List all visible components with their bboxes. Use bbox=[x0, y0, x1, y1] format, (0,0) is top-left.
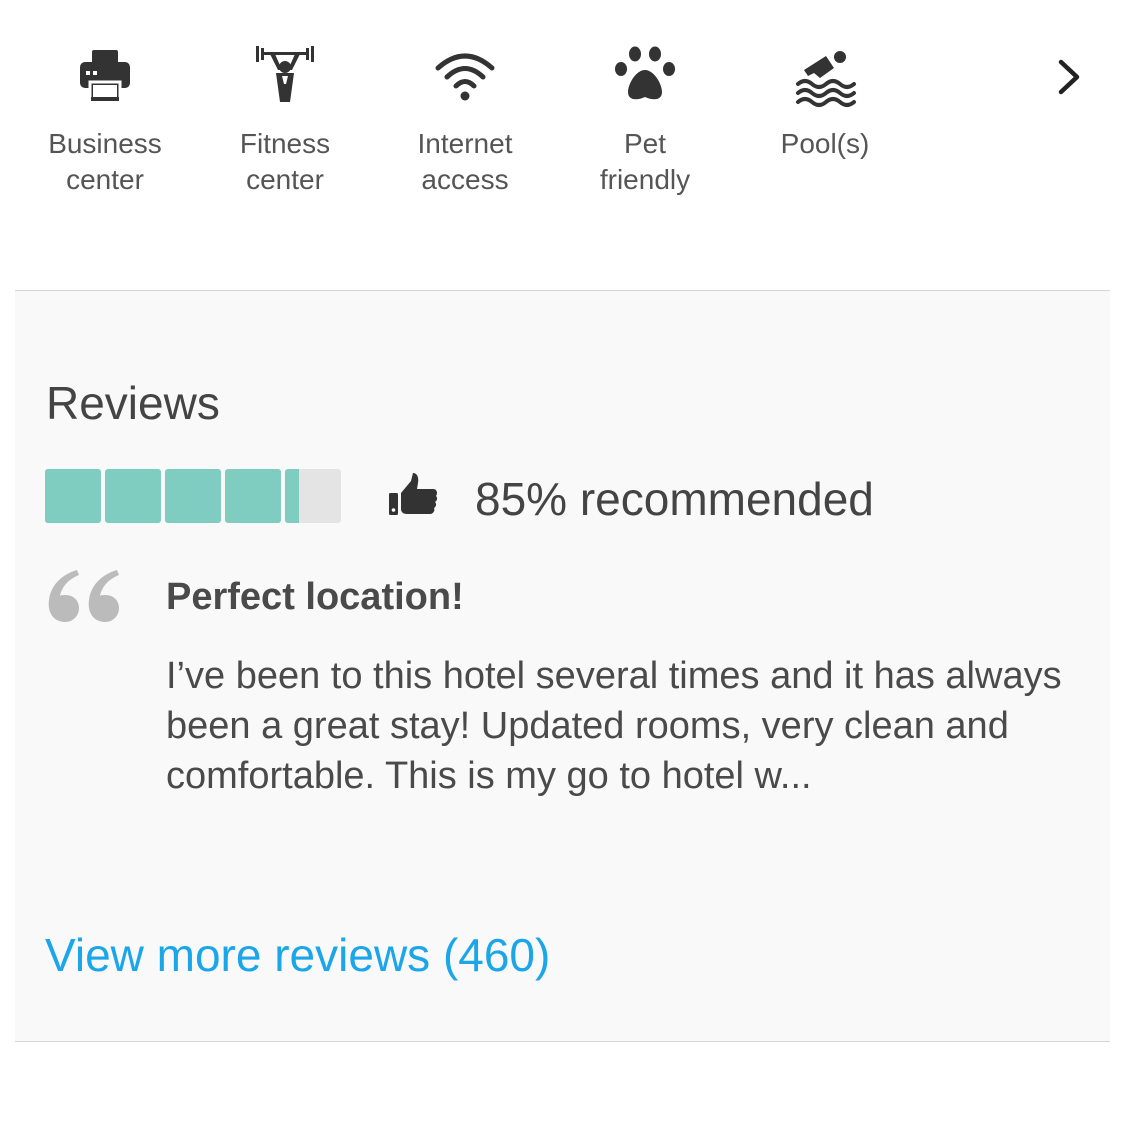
amenity-business-center[interactable]: Business center bbox=[15, 40, 195, 198]
rating-segment-fill bbox=[165, 469, 221, 523]
chevron-right-icon bbox=[1045, 52, 1095, 102]
rating-segment bbox=[285, 469, 341, 523]
amenity-label: Pool(s) bbox=[780, 128, 870, 159]
amenity-pools[interactable]: Pool(s) bbox=[735, 40, 915, 162]
amenity-label: Internet access bbox=[417, 128, 513, 195]
recommended-percentage: 85% recommended bbox=[475, 473, 874, 525]
amenities-row: Business center Fitness center Internet … bbox=[0, 0, 1125, 290]
hotel-details-page: Business center Fitness center Internet … bbox=[0, 0, 1125, 1125]
featured-review-body: I’ve been to this hotel several times an… bbox=[166, 655, 1062, 797]
rating-segment-fill bbox=[285, 469, 299, 523]
amenities-next-button[interactable] bbox=[1045, 52, 1095, 102]
rating-segment bbox=[165, 469, 221, 523]
amenity-internet-access[interactable]: Internet access bbox=[375, 40, 555, 198]
thumbs-up-icon bbox=[387, 471, 439, 519]
weightlifting-icon bbox=[250, 40, 320, 110]
reviews-heading: Reviews bbox=[46, 377, 220, 429]
rating-segment bbox=[105, 469, 161, 523]
amenity-fitness-center[interactable]: Fitness center bbox=[195, 40, 375, 198]
rating-segment-fill bbox=[225, 469, 281, 523]
rating-bar bbox=[45, 469, 345, 523]
rating-segment bbox=[225, 469, 281, 523]
printer-icon bbox=[70, 40, 140, 110]
amenity-label: Pet friendly bbox=[599, 128, 691, 195]
rating-segment-fill bbox=[105, 469, 161, 523]
reviews-section: Reviews 85% recommended Perfect location… bbox=[15, 290, 1110, 1042]
swimmer-icon bbox=[790, 40, 860, 110]
featured-review-title: Perfect location! bbox=[166, 576, 464, 618]
quote-icon bbox=[43, 566, 123, 626]
amenity-pet-friendly[interactable]: Pet friendly bbox=[555, 40, 735, 198]
wifi-icon bbox=[430, 40, 500, 110]
amenity-label: Business center bbox=[48, 128, 162, 195]
paw-icon bbox=[610, 40, 680, 110]
amenity-label: Fitness center bbox=[239, 128, 331, 195]
rating-segment-fill bbox=[45, 469, 101, 523]
view-more-reviews-link[interactable]: View more reviews (460) bbox=[45, 927, 550, 983]
rating-segment bbox=[45, 469, 101, 523]
